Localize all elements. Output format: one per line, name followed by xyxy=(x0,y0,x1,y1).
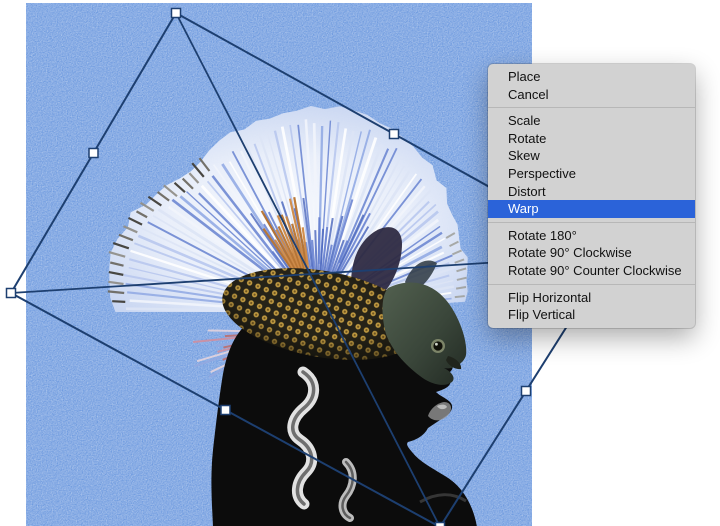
menu-separator xyxy=(488,283,695,285)
menu-item-rotate[interactable]: Rotate xyxy=(488,130,695,148)
menu-item-flip-vertical[interactable]: Flip Vertical xyxy=(488,306,695,324)
transform-handle-bottom-corner[interactable] xyxy=(434,521,446,526)
menu-item-place[interactable]: Place xyxy=(488,68,695,86)
transform-handle-top-right-mid[interactable] xyxy=(388,128,400,140)
fish-eye-glint xyxy=(435,342,438,346)
fish-eye xyxy=(433,341,443,351)
transform-handle-top-corner[interactable] xyxy=(170,7,182,19)
menu-separator xyxy=(488,107,695,109)
menu-item-rotate-90-cw[interactable]: Rotate 90° Clockwise xyxy=(488,244,695,262)
menu-item-distort[interactable]: Distort xyxy=(488,183,695,201)
menu-item-scale[interactable]: Scale xyxy=(488,112,695,130)
menu-item-skew[interactable]: Skew xyxy=(488,147,695,165)
menu-item-rotate-180[interactable]: Rotate 180° xyxy=(488,227,695,245)
menu-item-warp[interactable]: Warp xyxy=(488,200,695,218)
transform-context-menu: Place Cancel Scale Rotate Skew Perspecti… xyxy=(488,64,695,328)
transform-handle-top-left-mid[interactable] xyxy=(88,147,99,159)
menu-item-rotate-90-ccw[interactable]: Rotate 90° Counter Clockwise xyxy=(488,262,695,280)
menu-item-cancel[interactable]: Cancel xyxy=(488,86,695,104)
transform-handle-left-corner[interactable] xyxy=(5,287,17,299)
transform-handle-bottom-right-mid[interactable] xyxy=(520,385,532,397)
transform-handle-bottom-left-mid[interactable] xyxy=(220,404,231,416)
menu-item-perspective[interactable]: Perspective xyxy=(488,165,695,183)
menu-item-flip-horizontal[interactable]: Flip Horizontal xyxy=(488,289,695,307)
menu-separator xyxy=(488,221,695,223)
